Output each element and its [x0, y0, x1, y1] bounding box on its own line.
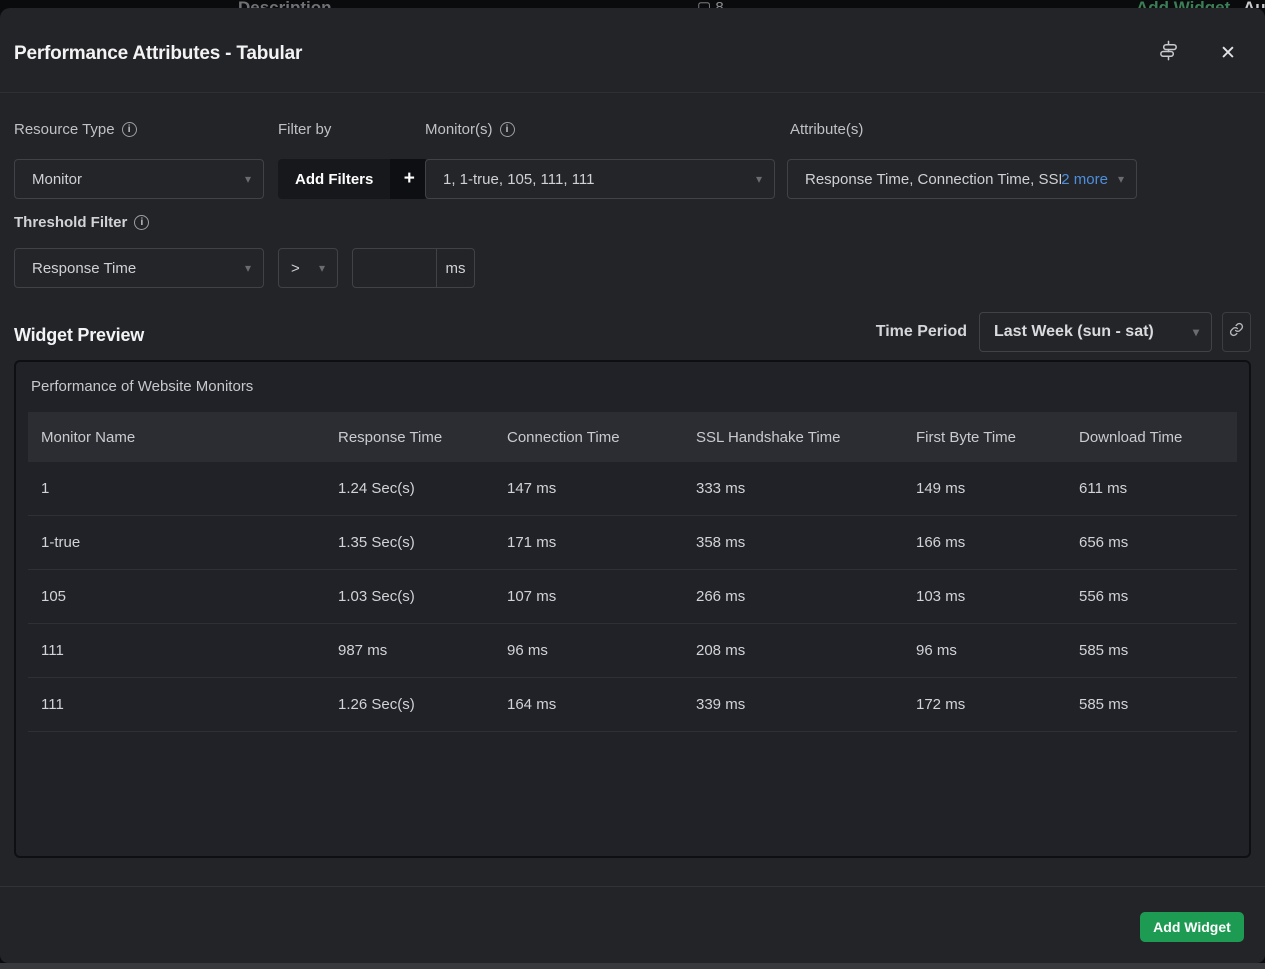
cell-response-time: 1.03 Sec(s) — [325, 588, 494, 605]
plus-icon: + — [390, 159, 428, 199]
monitors-label: Monitor(s) i — [425, 121, 515, 138]
cell-download-time: 556 ms — [1066, 588, 1237, 605]
chevron-down-icon: ▾ — [309, 262, 325, 274]
threshold-metric-select[interactable]: Response Time ▾ — [14, 248, 264, 288]
cell-connection-time: 171 ms — [494, 534, 683, 551]
widget-preview-panel: Performance of Website Monitors Monitor … — [14, 360, 1251, 858]
cell-first-byte-time: 103 ms — [903, 588, 1066, 605]
table-row: 1-true 1.35 Sec(s) 171 ms 358 ms 166 ms … — [28, 516, 1237, 570]
threshold-info-icon[interactable]: i — [134, 215, 149, 230]
cell-monitor-name: 1 — [28, 480, 325, 497]
column-header: SSL Handshake Time — [683, 429, 903, 446]
cell-ssl-handshake-time: 333 ms — [683, 480, 903, 497]
cell-monitor-name: 111 — [28, 642, 325, 659]
cell-ssl-handshake-time: 339 ms — [683, 696, 903, 713]
close-icon: ✕ — [1220, 42, 1236, 65]
column-header: Download Time — [1066, 429, 1237, 446]
cell-response-time: 987 ms — [325, 642, 494, 659]
widget-settings-button[interactable] — [1155, 40, 1181, 66]
chevron-down-icon: ▾ — [1183, 326, 1199, 338]
threshold-unit-label: ms — [436, 249, 474, 287]
table-header-row: Monitor Name Response Time Connection Ti… — [28, 412, 1237, 462]
background-page-top-strip: Description ▢ 8 Add Widget Au — [0, 0, 1265, 8]
resource-type-label: Resource Type i — [14, 121, 137, 138]
time-period-label: Time Period — [876, 323, 967, 341]
threshold-value-input[interactable] — [353, 249, 436, 287]
add-filters-button[interactable]: Add Filters + — [278, 159, 428, 199]
cell-connection-time: 107 ms — [494, 588, 683, 605]
threshold-filter-label: Threshold Filter i — [14, 214, 149, 231]
widget-title: Performance of Website Monitors — [31, 378, 253, 395]
cell-ssl-handshake-time: 266 ms — [683, 588, 903, 605]
column-header: First Byte Time — [903, 429, 1066, 446]
resource-type-info-icon[interactable]: i — [122, 122, 137, 137]
link-icon — [1229, 322, 1244, 342]
chevron-down-icon: ▾ — [235, 173, 251, 185]
cell-first-byte-time: 149 ms — [903, 480, 1066, 497]
threshold-value-group: ms — [352, 248, 475, 288]
chevron-down-icon: ▾ — [235, 262, 251, 274]
modal-title: Performance Attributes - Tabular — [14, 43, 302, 65]
attributes-more-link[interactable]: 2 more — [1061, 171, 1108, 188]
modal-header: Performance Attributes - Tabular — [0, 8, 1265, 93]
cell-download-time: 585 ms — [1066, 696, 1237, 713]
cell-connection-time: 96 ms — [494, 642, 683, 659]
cell-response-time: 1.35 Sec(s) — [325, 534, 494, 551]
time-period-bar: Time Period Last Week (sun - sat) ▾ — [876, 312, 1251, 352]
filter-by-label: Filter by — [278, 121, 331, 138]
widget-preview-heading: Widget Preview — [14, 325, 144, 346]
background-description-fragment: Description — [238, 0, 332, 8]
cell-download-time: 656 ms — [1066, 534, 1237, 551]
cell-connection-time: 147 ms — [494, 480, 683, 497]
chevron-down-icon: ▾ — [746, 173, 762, 185]
cell-monitor-name: 1-true — [28, 534, 325, 551]
link-time-period-button[interactable] — [1222, 312, 1251, 352]
table-row: 105 1.03 Sec(s) 107 ms 266 ms 103 ms 556… — [28, 570, 1237, 624]
table-row: 1 1.24 Sec(s) 147 ms 333 ms 149 ms 611 m… — [28, 462, 1237, 516]
flow-settings-icon — [1157, 39, 1180, 67]
cell-monitor-name: 105 — [28, 588, 325, 605]
chevron-down-icon: ▾ — [1108, 173, 1124, 185]
close-button[interactable]: ✕ — [1215, 40, 1241, 66]
add-widget-modal: Performance Attributes - Tabular — [0, 8, 1265, 963]
table-row: 111 1.26 Sec(s) 164 ms 339 ms 172 ms 585… — [28, 678, 1237, 732]
add-widget-button[interactable]: Add Widget — [1140, 912, 1244, 942]
attributes-select[interactable]: Response Time, Connection Time, SSL ... … — [787, 159, 1137, 199]
footer-divider — [0, 886, 1265, 887]
cell-ssl-handshake-time: 358 ms — [683, 534, 903, 551]
column-header: Connection Time — [494, 429, 683, 446]
resource-type-select[interactable]: Monitor ▾ — [14, 159, 264, 199]
page-root: Description ▢ 8 Add Widget Au Performanc… — [0, 0, 1265, 969]
cell-response-time: 1.24 Sec(s) — [325, 480, 494, 497]
column-header: Monitor Name — [28, 429, 325, 446]
monitors-info-icon[interactable]: i — [500, 122, 515, 137]
cell-response-time: 1.26 Sec(s) — [325, 696, 494, 713]
attributes-label: Attribute(s) — [790, 121, 863, 138]
preview-table: Monitor Name Response Time Connection Ti… — [28, 412, 1237, 732]
monitors-select[interactable]: 1, 1-true, 105, 111, 111 ▾ — [425, 159, 775, 199]
column-header: Response Time — [325, 429, 494, 446]
background-auto-fragment: Au — [1243, 0, 1265, 8]
threshold-operator-select[interactable]: > ▾ — [278, 248, 338, 288]
background-add-widget-fragment: Add Widget — [1136, 0, 1230, 8]
cell-download-time: 585 ms — [1066, 642, 1237, 659]
cell-first-byte-time: 172 ms — [903, 696, 1066, 713]
time-period-select[interactable]: Last Week (sun - sat) ▾ — [979, 312, 1212, 352]
table-row: 111 987 ms 96 ms 208 ms 96 ms 585 ms — [28, 624, 1237, 678]
background-toolbar-fragment: ▢ 8 — [697, 0, 724, 8]
cell-ssl-handshake-time: 208 ms — [683, 642, 903, 659]
cell-monitor-name: 111 — [28, 696, 325, 713]
background-page-bottom-strip — [0, 963, 1265, 969]
cell-download-time: 611 ms — [1066, 480, 1237, 497]
cell-connection-time: 164 ms — [494, 696, 683, 713]
cell-first-byte-time: 96 ms — [903, 642, 1066, 659]
cell-first-byte-time: 166 ms — [903, 534, 1066, 551]
